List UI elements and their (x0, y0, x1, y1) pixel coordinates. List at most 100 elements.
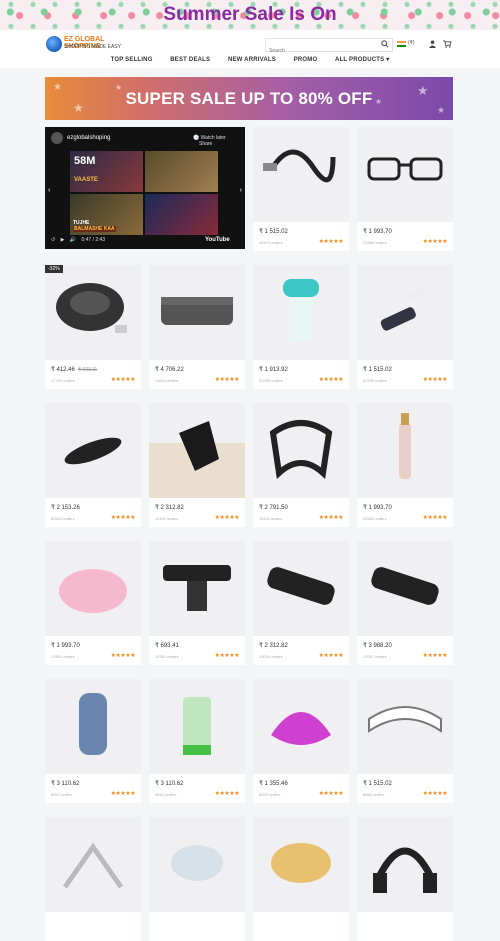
order-count: 6529 orders (259, 792, 281, 797)
product-image[interactable] (357, 679, 453, 774)
product-image[interactable] (253, 817, 349, 912)
thumbnail[interactable]: TUJHE BALMASHE KAA (70, 194, 143, 235)
product-card[interactable]: ₹ 1 515.02 8565 orders ★★★★★ (357, 679, 453, 803)
thumbnail[interactable]: 58M VAASTE (70, 151, 143, 192)
promo-banner[interactable]: ★ ★ ★ ★ ★ ★ SUPER SALE UP TO 80% OFF (45, 77, 453, 120)
product-card[interactable]: ₹ 1 993.70 20350 orders ★★★★★ (357, 403, 453, 527)
search-input[interactable] (266, 46, 369, 56)
product-image[interactable] (45, 541, 141, 636)
video-controls[interactable]: ↺ ▶ 🔊 0:47 / 2:43 (51, 237, 105, 243)
youtube-logo[interactable]: YouTube (205, 237, 230, 243)
product-card[interactable] (253, 817, 349, 941)
india-flag-icon[interactable] (397, 41, 406, 47)
product-card[interactable]: ₹ 1 993.70 12691 orders ★★★★★ (45, 541, 141, 665)
product-image[interactable] (253, 403, 349, 498)
product-card[interactable]: -32% ₹ 412.46 ₹ 603.11 17700 orders ★★★★★ (45, 265, 141, 389)
product-card[interactable]: ₹ 1 515.02 52230 orders ★★★★★ (357, 265, 453, 389)
video-time: 0:47 / 2:43 (81, 237, 106, 243)
product-image[interactable] (149, 541, 245, 636)
product-card[interactable] (357, 817, 453, 941)
product-card[interactable]: ₹ 1 993.70 22666 orders ★★★★★ (357, 127, 453, 251)
product-image[interactable] (253, 127, 349, 222)
order-count: 11526 orders (259, 516, 283, 521)
product-image[interactable] (357, 265, 453, 360)
product-card[interactable]: ₹ 3 110.62 5920 orders ★★★★★ (45, 679, 141, 803)
product-image[interactable] (45, 403, 141, 498)
product-price: ₹ 1 515.02 (363, 780, 392, 787)
currency-selector[interactable]: (₹) (408, 40, 415, 46)
nav-all-products[interactable]: ALL PRODUCTS ▾ (335, 57, 389, 63)
rating-stars-icon: ★★★★★ (110, 653, 136, 659)
product-image[interactable] (45, 679, 141, 774)
logo[interactable]: EZ GLOBAL SHOPPING SHOPPING MADE EASY (46, 36, 138, 54)
rating-stars-icon: ★★★★★ (110, 515, 136, 521)
price-value: ₹ 1 515.02 (259, 229, 288, 235)
water-bottle-icon (283, 279, 319, 341)
product-image[interactable] (357, 127, 453, 222)
prev-arrow-icon[interactable]: ‹ (48, 187, 50, 194)
product-image[interactable] (357, 541, 453, 636)
nav-best-deals[interactable]: BEST DEALS (170, 57, 210, 63)
product-image[interactable] (149, 817, 245, 912)
product-image[interactable] (149, 679, 245, 774)
order-count: 10049 orders (259, 654, 283, 659)
product-card[interactable]: ₹ 693.41 10361 orders ★★★★★ (149, 541, 245, 665)
product-card[interactable] (45, 817, 141, 941)
mouse-icon (56, 283, 127, 333)
order-count: 8565 orders (363, 792, 385, 797)
rating-stars-icon: ★★★★★ (422, 377, 448, 383)
product-card[interactable]: ₹ 2 312.82 10049 orders ★★★★★ (253, 541, 349, 665)
product-image[interactable] (357, 817, 453, 912)
hair-claw-icon (271, 712, 331, 745)
price-value: ₹ 4 706.22 (155, 367, 184, 373)
video-thumbnails: 58M VAASTE TUJHE BALMASHE KAA (70, 151, 218, 235)
promo-text: SUPER SALE UP TO 80% OFF (125, 89, 373, 108)
blender-icon (183, 697, 211, 755)
watch-later-button[interactable]: 🕓 Watch later Share (193, 135, 245, 147)
product-card[interactable]: ₹ 2 153.26 52524 orders ★★★★★ (45, 403, 141, 527)
product-card[interactable]: ₹ 1 913.92 32039 orders ★★★★★ (253, 265, 349, 389)
product-image[interactable] (149, 265, 245, 360)
product-price: ₹ 1 515.02 (259, 228, 288, 235)
product-card[interactable] (149, 817, 245, 941)
product-image[interactable] (357, 403, 453, 498)
cart-icon[interactable] (443, 40, 452, 48)
product-image[interactable] (45, 817, 141, 912)
price-value: ₹ 1 515.02 (363, 781, 392, 787)
product-card[interactable]: ₹ 4 706.22 11664 orders ★★★★★ (149, 265, 245, 389)
product-image[interactable] (45, 265, 141, 360)
play-icon[interactable]: ▶ (61, 237, 65, 243)
order-count: 52230 orders (363, 378, 387, 383)
price-value: ₹ 1 993.70 (363, 229, 392, 235)
product-card[interactable]: ₹ 3 988.20 12067 orders ★★★★★ (357, 541, 453, 665)
volume-icon[interactable]: 🔊 (70, 237, 76, 243)
product-card[interactable]: ₹ 3 110.62 9634 orders ★★★★★ (149, 679, 245, 803)
user-icon[interactable] (429, 40, 436, 48)
product-image[interactable] (253, 541, 349, 636)
hair-brush-icon (380, 286, 428, 331)
product-card[interactable]: ₹ 1 515.02 42673 orders ★★★★★ (253, 127, 349, 251)
product-image[interactable] (253, 265, 349, 360)
rating-stars-icon: ★★★★★ (318, 239, 344, 245)
nav-top-selling[interactable]: TOP SELLING (111, 57, 153, 63)
replay-icon[interactable]: ↺ (51, 237, 55, 243)
product-card[interactable]: ₹ 2 791.50 11526 orders ★★★★★ (253, 403, 349, 527)
lamp-icon (171, 845, 223, 881)
product-price: ₹ 2 153.26 (51, 504, 80, 511)
nav-promo[interactable]: PROMO (294, 57, 318, 63)
price-value: ₹ 1 993.70 (363, 505, 392, 511)
product-card[interactable]: ₹ 1 355.46 6529 orders ★★★★★ (253, 679, 349, 803)
next-arrow-icon[interactable]: › (240, 187, 242, 194)
thumbnail-text: BALMASHE KAA (73, 226, 116, 232)
price-value: ₹ 2 153.26 (51, 505, 80, 511)
product-card[interactable]: ₹ 2 312.82 11392 orders ★★★★★ (149, 403, 245, 527)
product-image[interactable] (149, 403, 245, 498)
sponge-icon (271, 843, 331, 883)
nav-new-arrivals[interactable]: NEW ARRIVALS (228, 57, 276, 63)
old-price: ₹ 603.11 (77, 367, 98, 373)
thumbnail[interactable] (145, 194, 218, 235)
youtube-video[interactable]: ezglobalshoping 🕓 Watch later Share 58M … (45, 127, 245, 249)
product-image[interactable] (253, 679, 349, 774)
thumbnail[interactable] (145, 151, 218, 192)
search-icon[interactable] (381, 40, 389, 48)
